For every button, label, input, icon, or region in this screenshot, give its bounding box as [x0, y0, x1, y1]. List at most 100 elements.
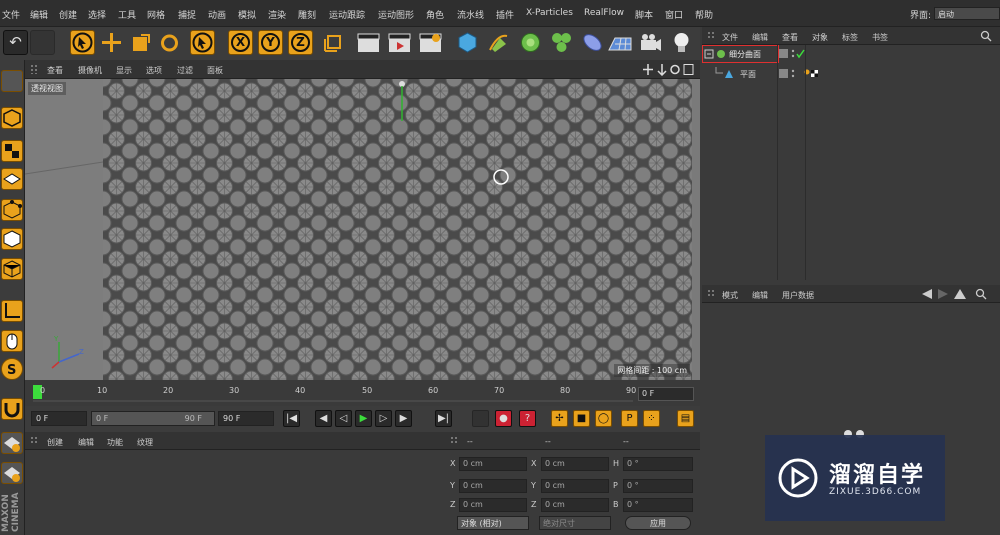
subdivision-surface-button[interactable]: [518, 30, 543, 55]
y-axis-lock-button[interactable]: Y: [258, 30, 283, 55]
start-frame-field[interactable]: 0 F: [31, 411, 87, 426]
object-menu-edit[interactable]: 编辑: [752, 32, 768, 43]
menu-animate[interactable]: 动画: [208, 8, 226, 21]
tag-icons[interactable]: [779, 68, 819, 80]
rotate-tool-button[interactable]: [157, 30, 182, 55]
x-axis-lock-button[interactable]: X: [228, 30, 253, 55]
menu-realflow[interactable]: RealFlow: [584, 8, 624, 18]
redo-button[interactable]: [30, 30, 55, 55]
z-axis-lock-button[interactable]: Z: [288, 30, 313, 55]
menu-pipeline[interactable]: 流水线: [457, 8, 484, 21]
menu-mesh[interactable]: 网格: [147, 8, 165, 21]
viewport-menu-display[interactable]: 显示: [116, 65, 132, 76]
menu-window[interactable]: 窗口: [665, 8, 683, 21]
size-z-field[interactable]: 0 cm: [541, 498, 609, 512]
key-point-level-button[interactable]: ⁘: [643, 410, 660, 427]
object-menu-tags[interactable]: 标签: [842, 32, 858, 43]
workplane-mode-button[interactable]: [1, 168, 23, 190]
render-to-picture-viewer-button[interactable]: [387, 30, 412, 55]
live-selection-button[interactable]: [70, 30, 95, 55]
material-menu-texture[interactable]: 纹理: [137, 437, 153, 448]
cloner-button[interactable]: [549, 30, 574, 55]
menu-edit[interactable]: 编辑: [30, 8, 48, 21]
next-frame-button[interactable]: ▷: [375, 410, 392, 427]
key-parameter-button[interactable]: P: [621, 410, 638, 427]
viewport-menu-view[interactable]: 查看: [47, 65, 63, 76]
position-z-field[interactable]: 0 cm: [459, 498, 527, 512]
last-tool-button[interactable]: [190, 30, 215, 55]
menu-mograph[interactable]: 运动图形: [378, 8, 414, 21]
go-to-end-button[interactable]: ▶|: [435, 410, 452, 427]
apply-button[interactable]: 应用: [625, 516, 691, 530]
attribute-menu-user-data[interactable]: 用户数据: [782, 290, 814, 301]
points-mode-button[interactable]: [1, 199, 23, 221]
key-rotation-button[interactable]: ◯: [595, 410, 612, 427]
scale-tool-button[interactable]: [128, 30, 153, 55]
preview-range-slider[interactable]: 0 F 90 F: [91, 411, 215, 426]
light-button[interactable]: [669, 30, 694, 55]
size-y-field[interactable]: 0 cm: [541, 479, 609, 493]
polygons-mode-button[interactable]: [1, 258, 23, 280]
menu-select[interactable]: 选择: [88, 8, 106, 21]
menu-render[interactable]: 渲染: [268, 8, 286, 21]
next-key-button[interactable]: ▶: [395, 410, 412, 427]
camera-button[interactable]: [638, 30, 663, 55]
menu-sculpt[interactable]: 雕刻: [298, 8, 316, 21]
key-selection-button[interactable]: ?: [519, 410, 536, 427]
key-position-button[interactable]: ✢: [551, 410, 568, 427]
previous-key-button[interactable]: ◀: [315, 410, 332, 427]
current-frame-field[interactable]: 0 F: [638, 387, 694, 401]
move-tool-button[interactable]: [99, 30, 124, 55]
viewport-nav-icons[interactable]: [642, 63, 694, 76]
workplane-lock-button[interactable]: [1, 462, 23, 484]
menu-plugins[interactable]: 插件: [496, 8, 514, 21]
soft-selection-button[interactable]: [1, 432, 23, 454]
tweak-mode-button[interactable]: [1, 330, 23, 352]
menu-snap[interactable]: 捕捉: [178, 8, 196, 21]
material-manager-area[interactable]: [25, 450, 445, 535]
viewport-menu-options[interactable]: 选项: [146, 65, 162, 76]
attribute-menu-mode[interactable]: 模式: [722, 290, 738, 301]
undo-button[interactable]: ↶: [3, 30, 28, 55]
y-axis-gizmo[interactable]: [395, 81, 409, 123]
model-mode-button[interactable]: [1, 107, 23, 129]
menu-tools[interactable]: 工具: [118, 8, 136, 21]
object-menu-bookmarks[interactable]: 书签: [872, 32, 888, 43]
material-menu-function[interactable]: 功能: [107, 437, 123, 448]
menu-x-particles[interactable]: X-Particles: [526, 8, 573, 18]
end-frame-field[interactable]: 90 F: [218, 411, 274, 426]
viewport-menu-camera[interactable]: 摄像机: [78, 65, 102, 76]
object-row-subdivision[interactable]: 细分曲面: [702, 45, 1000, 63]
go-to-start-button[interactable]: |◀: [283, 410, 300, 427]
menu-create[interactable]: 创建: [59, 8, 77, 21]
menu-motion-tracking[interactable]: 运动跟踪: [329, 8, 365, 21]
floor-button[interactable]: [607, 30, 632, 55]
make-editable-button[interactable]: [1, 70, 23, 92]
play-button[interactable]: ▶: [355, 410, 372, 427]
magnet-button[interactable]: [1, 398, 23, 420]
menu-file[interactable]: 文件: [2, 8, 20, 21]
viewport-menu-panel[interactable]: 面板: [207, 65, 223, 76]
object-row-plane[interactable]: 平面: [702, 67, 1000, 81]
object-menu-objects[interactable]: 对象: [812, 32, 828, 43]
object-menu-file[interactable]: 文件: [722, 32, 738, 43]
menu-character[interactable]: 角色: [426, 8, 444, 21]
key-scale-button[interactable]: ■: [573, 410, 590, 427]
record-keys-button[interactable]: [472, 410, 489, 427]
size-mode-select[interactable]: 绝对尺寸: [539, 516, 611, 530]
menu-simulate[interactable]: 模拟: [238, 8, 256, 21]
menu-help[interactable]: 帮助: [695, 8, 713, 21]
rotation-h-field[interactable]: 0 °: [623, 457, 693, 471]
previous-frame-button[interactable]: ◁: [335, 410, 352, 427]
object-menu-view[interactable]: 查看: [782, 32, 798, 43]
auto-key-button[interactable]: ●: [495, 410, 512, 427]
axis-mode-button[interactable]: [1, 300, 23, 322]
viewport-menu-filter[interactable]: 过滤: [177, 65, 193, 76]
material-menu-create[interactable]: 创建: [47, 437, 63, 448]
spline-pen-button[interactable]: [486, 30, 511, 55]
rotation-b-field[interactable]: 0 °: [623, 498, 693, 512]
attribute-nav-icons[interactable]: [920, 288, 998, 300]
snap-button[interactable]: S: [1, 358, 23, 380]
rotation-p-field[interactable]: 0 °: [623, 479, 693, 493]
search-icon[interactable]: [980, 30, 998, 42]
